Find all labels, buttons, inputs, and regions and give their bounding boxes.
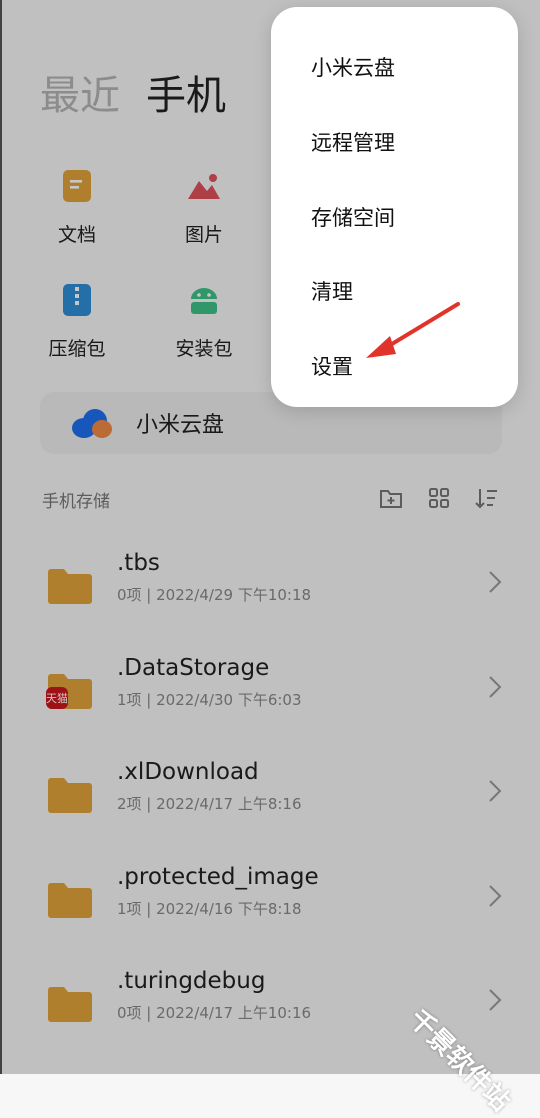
menu-item-clean[interactable]: 清理 <box>311 276 353 306</box>
menu-item-remote-management[interactable]: 远程管理 <box>311 127 395 157</box>
menu-item-settings[interactable]: 设置 <box>311 351 353 381</box>
red-arrow-icon <box>360 298 470 368</box>
menu-item-cloud-drive[interactable]: 小米云盘 <box>311 52 395 82</box>
menu-item-storage-space[interactable]: 存储空间 <box>311 202 395 232</box>
